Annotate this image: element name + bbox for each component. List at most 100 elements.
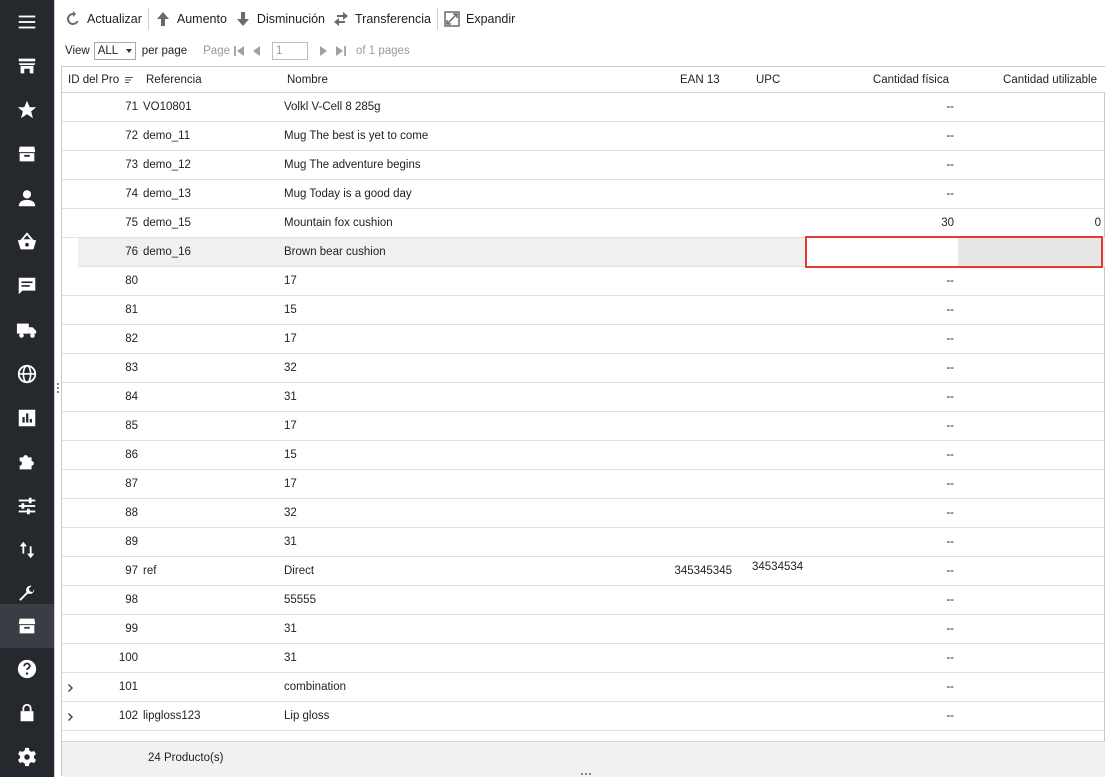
cell-name[interactable]: 31 xyxy=(284,528,664,556)
cell-name[interactable]: 31 xyxy=(284,383,664,411)
cell-upc[interactable] xyxy=(752,675,822,703)
sidebar-item-favorites[interactable] xyxy=(0,88,54,132)
cell-ean13[interactable] xyxy=(662,267,732,295)
cell-id[interactable]: 85 xyxy=(68,412,138,440)
cell-physical-qty[interactable]: -- xyxy=(832,499,954,527)
transfer-button[interactable]: Transferencia xyxy=(329,6,435,32)
cell-id[interactable]: 71 xyxy=(68,93,138,121)
cell-name[interactable]: Brown bear cushion xyxy=(284,238,664,266)
menu-toggle-button[interactable] xyxy=(0,0,54,44)
cell-id[interactable]: 86 xyxy=(68,441,138,469)
cell-name[interactable]: Mountain fox cushion xyxy=(284,209,664,237)
table-row[interactable]: 73 demo_12 Mug The adventure begins -- xyxy=(62,151,1105,180)
cell-ean13[interactable]: 345345345 xyxy=(662,557,732,585)
cell-physical-qty[interactable]: -- xyxy=(832,93,954,121)
cell-reference[interactable] xyxy=(143,441,273,469)
cell-usable-qty[interactable] xyxy=(962,499,1101,527)
column-header-usable-qty[interactable]: Cantidad utilizable xyxy=(962,67,1097,93)
sidebar-item-inventory[interactable] xyxy=(0,604,54,648)
cell-upc[interactable] xyxy=(752,443,822,471)
table-row[interactable]: 72 demo_11 Mug The best is yet to come -- xyxy=(62,122,1105,151)
sidebar-item-orders[interactable] xyxy=(0,132,54,176)
cell-ean13[interactable] xyxy=(662,673,732,701)
cell-reference[interactable] xyxy=(143,267,273,295)
sidebar-item-help[interactable] xyxy=(0,647,54,691)
cell-name[interactable]: Mug The best is yet to come xyxy=(284,122,664,150)
cell-usable-qty[interactable]: 0 xyxy=(962,209,1101,237)
cell-ean13[interactable] xyxy=(662,470,732,498)
cell-usable-qty[interactable] xyxy=(962,180,1101,208)
cell-usable-qty[interactable] xyxy=(962,151,1101,179)
cell-name[interactable]: combination xyxy=(284,673,664,701)
cell-upc[interactable] xyxy=(752,530,822,558)
column-header-reference[interactable]: Referencia xyxy=(146,67,276,93)
table-row[interactable]: 102 lipgloss123 Lip gloss -- xyxy=(62,702,1105,731)
cell-reference[interactable] xyxy=(143,354,273,382)
cell-physical-qty[interactable]: -- xyxy=(832,383,954,411)
cell-reference[interactable]: demo_15 xyxy=(143,209,273,237)
table-row[interactable]: 99 31 -- xyxy=(62,615,1105,644)
cell-usable-qty[interactable] xyxy=(962,383,1101,411)
sidebar-item-carts[interactable] xyxy=(0,220,54,264)
cell-physical-qty[interactable]: -- xyxy=(832,644,954,672)
table-row[interactable]: 71 VO10801 Volkl V-Cell 8 285g -- xyxy=(62,93,1105,122)
refresh-button[interactable]: Actualizar xyxy=(61,6,146,32)
cell-id[interactable]: 73 xyxy=(68,151,138,179)
cell-usable-qty[interactable] xyxy=(962,354,1101,382)
cell-id[interactable]: 72 xyxy=(68,122,138,150)
cell-name[interactable]: 17 xyxy=(284,325,664,353)
row-expand-toggle[interactable] xyxy=(66,711,76,721)
cell-reference[interactable]: VO10801 xyxy=(143,93,273,121)
cell-name[interactable]: 55555 xyxy=(284,586,664,614)
cell-upc[interactable] xyxy=(752,182,822,210)
cell-id[interactable]: 89 xyxy=(68,528,138,556)
expand-button[interactable]: Expandir xyxy=(440,6,519,32)
column-header-name[interactable]: Nombre xyxy=(287,67,487,93)
table-row[interactable]: 88 32 -- xyxy=(62,499,1105,528)
table-row[interactable]: 86 15 -- xyxy=(62,441,1105,470)
cell-id[interactable]: 82 xyxy=(68,325,138,353)
cell-name[interactable]: 17 xyxy=(284,412,664,440)
cell-ean13[interactable] xyxy=(662,615,732,643)
cell-physical-qty[interactable]: -- xyxy=(832,267,954,295)
table-row[interactable]: 89 31 -- xyxy=(62,528,1105,557)
cell-usable-qty[interactable] xyxy=(962,615,1101,643)
cell-id[interactable]: 80 xyxy=(68,267,138,295)
cell-physical-qty[interactable]: -- xyxy=(832,673,954,701)
cell-physical-qty[interactable]: -- xyxy=(832,528,954,556)
cell-ean13[interactable] xyxy=(662,383,732,411)
cell-name[interactable]: Mug The adventure begins xyxy=(284,151,664,179)
cell-id[interactable]: 99 xyxy=(68,615,138,643)
cell-upc[interactable] xyxy=(752,153,822,181)
cell-ean13[interactable] xyxy=(662,238,732,266)
cell-usable-qty[interactable] xyxy=(962,644,1101,672)
cell-physical-qty[interactable]: -- xyxy=(832,151,954,179)
table-row[interactable]: 101 combination -- xyxy=(62,673,1105,702)
cell-ean13[interactable] xyxy=(662,93,732,121)
table-row[interactable]: 98 55555 -- xyxy=(62,586,1105,615)
last-page-button[interactable] xyxy=(332,42,350,60)
cell-name[interactable]: 15 xyxy=(284,296,664,324)
cell-id[interactable]: 87 xyxy=(68,470,138,498)
cell-id[interactable]: 81 xyxy=(68,296,138,324)
cell-id[interactable]: 83 xyxy=(68,354,138,382)
cell-name[interactable]: Volkl V-Cell 8 285g xyxy=(284,93,664,121)
cell-physical-qty[interactable]: -- xyxy=(832,296,954,324)
cell-physical-qty[interactable]: -- xyxy=(832,325,954,353)
cell-usable-qty[interactable] xyxy=(962,470,1101,498)
cell-usable-qty[interactable] xyxy=(962,441,1101,469)
cell-id[interactable]: 84 xyxy=(68,383,138,411)
cell-physical-qty[interactable]: -- xyxy=(832,557,954,585)
cell-ean13[interactable] xyxy=(662,528,732,556)
cell-reference[interactable]: demo_13 xyxy=(143,180,273,208)
cell-name[interactable]: Lip gloss xyxy=(284,702,664,730)
cell-upc[interactable] xyxy=(752,385,822,413)
first-page-button[interactable] xyxy=(230,42,248,60)
cell-id[interactable]: 88 xyxy=(68,499,138,527)
sidebar-item-modules[interactable] xyxy=(0,440,54,484)
decrease-button[interactable]: Disminución xyxy=(231,6,329,32)
sidebar-item-stats[interactable] xyxy=(0,396,54,440)
cell-reference[interactable] xyxy=(143,412,273,440)
sidebar-item-customers[interactable] xyxy=(0,176,54,220)
table-row[interactable]: 97 ref Direct 345345345 34534534 -- xyxy=(62,557,1105,586)
